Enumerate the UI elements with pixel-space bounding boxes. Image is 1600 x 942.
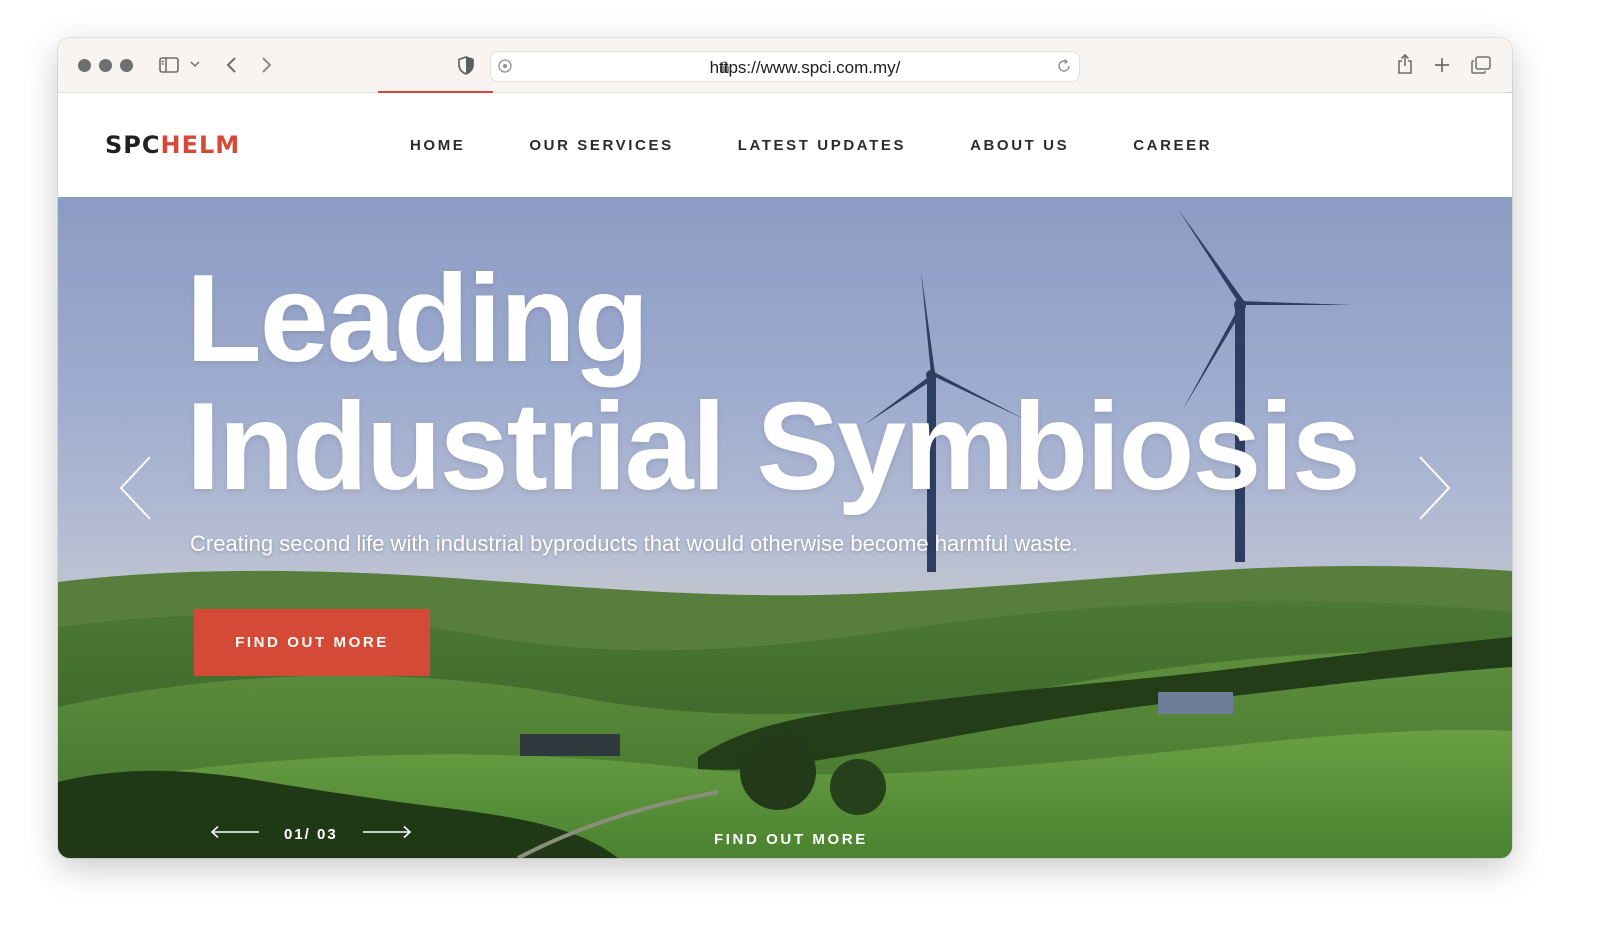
arrow-right-icon[interactable]	[362, 825, 412, 844]
share-icon[interactable]	[1394, 52, 1416, 76]
close-window-button[interactable]	[78, 59, 91, 72]
hero-title-line-1: Leading	[186, 250, 649, 388]
main-nav: HOME OUR SERVICES LATEST UPDATES ABOUT U…	[410, 137, 1276, 154]
plus-icon[interactable]	[1431, 54, 1453, 76]
logo-part-helm: HELM	[160, 131, 241, 159]
chevron-right-icon[interactable]	[257, 54, 277, 76]
chevron-down-icon[interactable]	[189, 58, 201, 70]
nav-home[interactable]: HOME	[410, 137, 465, 154]
bottom-find-out-more-link[interactable]: FIND OUT MORE	[714, 831, 868, 848]
nav-career[interactable]: CAREER	[1133, 137, 1212, 154]
hero-title: Leading Industrial Symbiosis	[186, 255, 1386, 511]
arrow-left-icon[interactable]	[210, 825, 260, 844]
zoom-window-button[interactable]	[120, 59, 133, 72]
chevron-left-icon[interactable]	[221, 54, 241, 76]
slide-counter: 01/ 03	[284, 826, 338, 843]
hero-title-line-2: Industrial Symbiosis	[186, 378, 1361, 516]
url-text[interactable]: https://www.spci.com.my/	[491, 58, 1079, 78]
find-out-more-button[interactable]: FIND OUT MORE	[194, 609, 430, 676]
shield-icon[interactable]	[456, 54, 476, 76]
hero-slider: Leading Industrial Symbiosis Creating se…	[58, 197, 1512, 858]
reload-icon[interactable]	[1056, 58, 1072, 79]
hero-subtitle: Creating second life with industrial byp…	[190, 531, 1078, 556]
minimize-window-button[interactable]	[99, 59, 112, 72]
site-header: SPCHELM HOME OUR SERVICES LATEST UPDATES…	[58, 93, 1512, 197]
slider-next-arrow-icon[interactable]	[1416, 455, 1452, 526]
browser-window: https://www.spci.com.my/ SPCHELM HOME OU…	[58, 38, 1512, 858]
nav-latest-updates[interactable]: LATEST UPDATES	[738, 137, 906, 154]
tabs-overview-icon[interactable]	[1470, 54, 1492, 76]
slider-prev-arrow-icon[interactable]	[118, 455, 154, 526]
sidebar-icon[interactable]	[158, 54, 180, 76]
nav-our-services[interactable]: OUR SERVICES	[529, 137, 673, 154]
slider-pagination: 01/ 03	[210, 825, 412, 844]
site-logo[interactable]: SPCHELM	[105, 131, 240, 159]
address-bar[interactable]: https://www.spci.com.my/	[490, 51, 1080, 82]
logo-part-spc: SPC	[105, 131, 161, 159]
nav-about-us[interactable]: ABOUT US	[970, 137, 1069, 154]
browser-toolbar: https://www.spci.com.my/	[58, 38, 1512, 93]
